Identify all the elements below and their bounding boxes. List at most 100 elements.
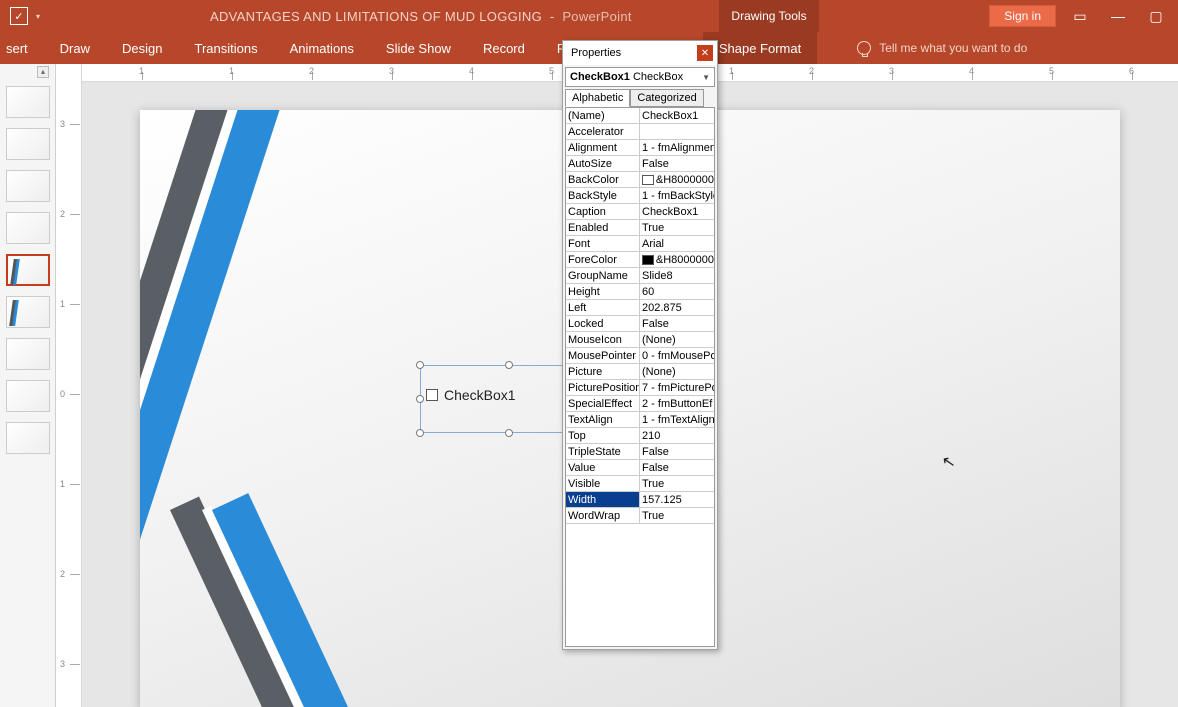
property-value[interactable]	[640, 124, 714, 139]
ribbon-display-icon[interactable]: ▭	[1066, 2, 1094, 30]
resize-handle[interactable]	[505, 429, 513, 437]
property-value[interactable]: 1 - fmTextAlign	[640, 412, 714, 427]
property-row[interactable]: (Name)CheckBox1	[566, 108, 714, 124]
property-row[interactable]: EnabledTrue	[566, 220, 714, 236]
properties-window[interactable]: Properties ✕ CheckBox1 CheckBox ▼ Alphab…	[562, 40, 718, 650]
properties-titlebar[interactable]: Properties ✕	[563, 41, 717, 65]
slide-thumbnail[interactable]	[6, 296, 50, 328]
slide-thumbnail[interactable]	[6, 422, 50, 454]
property-value[interactable]: True	[640, 476, 714, 491]
property-row[interactable]: FontArial	[566, 236, 714, 252]
property-value[interactable]: 7 - fmPicturePo	[640, 380, 714, 395]
property-row[interactable]: Top210	[566, 428, 714, 444]
tab-insert[interactable]: sert	[0, 32, 44, 64]
slide-thumbnail[interactable]	[6, 128, 50, 160]
property-row[interactable]: BackColor&H8000000	[566, 172, 714, 188]
property-value[interactable]: CheckBox1	[640, 108, 714, 123]
property-row[interactable]: Width157.125	[566, 492, 714, 508]
property-value[interactable]: CheckBox1	[640, 204, 714, 219]
property-row[interactable]: MouseIcon(None)	[566, 332, 714, 348]
property-row[interactable]: Accelerator	[566, 124, 714, 140]
tab-record[interactable]: Record	[467, 32, 541, 64]
qat-checkbox-icon[interactable]: ✓	[10, 7, 28, 25]
tab-alphabetic[interactable]: Alphabetic	[565, 89, 630, 107]
slide-thumbnail[interactable]	[6, 86, 50, 118]
object-type: CheckBox	[633, 71, 683, 83]
contextual-tab-label: Drawing Tools	[719, 0, 819, 32]
minimize-button[interactable]: —	[1104, 2, 1132, 30]
property-row[interactable]: WordWrapTrue	[566, 508, 714, 524]
window-title: ADVANTAGES AND LIMITATIONS OF MUD LOGGIN…	[210, 9, 632, 24]
slide-thumbnail[interactable]	[6, 212, 50, 244]
property-row[interactable]: MousePointer0 - fmMousePo	[566, 348, 714, 364]
property-name: AutoSize	[566, 156, 640, 171]
tab-shape-format[interactable]: Shape Format	[703, 32, 817, 64]
property-name: TripleState	[566, 444, 640, 459]
resize-handle[interactable]	[416, 395, 424, 403]
property-value[interactable]: Slide8	[640, 268, 714, 283]
property-value[interactable]: True	[640, 508, 714, 523]
property-row[interactable]: TextAlign1 - fmTextAlign	[566, 412, 714, 428]
property-value[interactable]: 1 - fmAlignmen	[640, 140, 714, 155]
close-icon[interactable]: ✕	[697, 45, 713, 61]
properties-grid[interactable]: (Name)CheckBox1AcceleratorAlignment1 - f…	[565, 107, 715, 647]
property-value[interactable]: False	[640, 156, 714, 171]
property-name: MousePointer	[566, 348, 640, 363]
property-row[interactable]: LockedFalse	[566, 316, 714, 332]
property-row[interactable]: Left202.875	[566, 300, 714, 316]
resize-handle[interactable]	[416, 361, 424, 369]
object-selector[interactable]: CheckBox1 CheckBox ▼	[565, 67, 715, 87]
tab-slideshow[interactable]: Slide Show	[370, 32, 467, 64]
tab-transitions[interactable]: Transitions	[178, 32, 273, 64]
property-name: Font	[566, 236, 640, 251]
property-value[interactable]: False	[640, 460, 714, 475]
property-value[interactable]: (None)	[640, 364, 714, 379]
property-value[interactable]: Arial	[640, 236, 714, 251]
property-value[interactable]: 157.125	[640, 492, 714, 507]
slide-thumbnail-selected[interactable]	[6, 254, 50, 286]
property-row[interactable]: BackStyle1 - fmBackStyle	[566, 188, 714, 204]
slide-thumbnail[interactable]	[6, 170, 50, 202]
property-value[interactable]: 210	[640, 428, 714, 443]
sign-in-button[interactable]: Sign in	[989, 5, 1056, 27]
property-value[interactable]: True	[640, 220, 714, 235]
property-row[interactable]: SpecialEffect2 - fmButtonEf	[566, 396, 714, 412]
property-row[interactable]: TripleStateFalse	[566, 444, 714, 460]
maximize-button[interactable]: ▢	[1142, 2, 1170, 30]
property-value[interactable]: 2 - fmButtonEf	[640, 396, 714, 411]
property-value[interactable]: 202.875	[640, 300, 714, 315]
tab-animations[interactable]: Animations	[274, 32, 370, 64]
property-value[interactable]: 60	[640, 284, 714, 299]
property-row[interactable]: Height60	[566, 284, 714, 300]
property-value[interactable]: False	[640, 316, 714, 331]
tab-draw[interactable]: Draw	[44, 32, 106, 64]
window-controls: Sign in ▭ — ▢	[989, 0, 1178, 32]
checkbox-caption: CheckBox1	[444, 387, 516, 403]
property-row[interactable]: AutoSizeFalse	[566, 156, 714, 172]
property-name: SpecialEffect	[566, 396, 640, 411]
property-value[interactable]: &H8000000	[640, 252, 714, 267]
property-row[interactable]: VisibleTrue	[566, 476, 714, 492]
property-value[interactable]: 0 - fmMousePo	[640, 348, 714, 363]
tab-design[interactable]: Design	[106, 32, 178, 64]
property-row[interactable]: ForeColor&H8000000	[566, 252, 714, 268]
resize-handle[interactable]	[416, 429, 424, 437]
property-row[interactable]: Alignment1 - fmAlignmen	[566, 140, 714, 156]
property-row[interactable]: GroupNameSlide8	[566, 268, 714, 284]
resize-handle[interactable]	[505, 361, 513, 369]
qat-dropdown-icon[interactable]: ▾	[36, 12, 40, 21]
property-value[interactable]: (None)	[640, 332, 714, 347]
property-value[interactable]: &H8000000	[640, 172, 714, 187]
thumb-scroll-up[interactable]: ▴	[37, 66, 49, 78]
slide-thumbnail[interactable]	[6, 338, 50, 370]
tab-categorized[interactable]: Categorized	[630, 89, 703, 107]
property-name: WordWrap	[566, 508, 640, 523]
property-value[interactable]: False	[640, 444, 714, 459]
property-row[interactable]: PicturePosition7 - fmPicturePo	[566, 380, 714, 396]
property-row[interactable]: Picture(None)	[566, 364, 714, 380]
property-value[interactable]: 1 - fmBackStyle	[640, 188, 714, 203]
property-row[interactable]: CaptionCheckBox1	[566, 204, 714, 220]
slide-thumbnail[interactable]	[6, 380, 50, 412]
property-row[interactable]: ValueFalse	[566, 460, 714, 476]
tell-me-search[interactable]: Tell me what you want to do	[857, 41, 1027, 55]
